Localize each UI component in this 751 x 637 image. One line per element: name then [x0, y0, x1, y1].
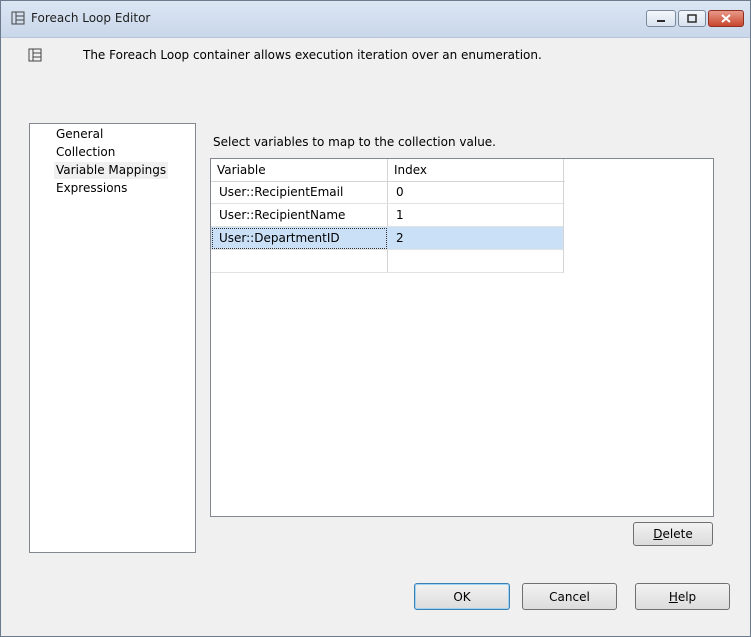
- restore-icon: [687, 14, 697, 23]
- maximize-button[interactable]: [678, 10, 706, 27]
- index-cell[interactable]: 0: [388, 181, 563, 204]
- description-text: The Foreach Loop container allows execut…: [83, 48, 542, 62]
- table-row[interactable]: User::RecipientName 1: [211, 204, 563, 227]
- variable-cell[interactable]: User::RecipientName: [211, 204, 388, 227]
- minimize-button[interactable]: [646, 10, 676, 27]
- table-row-new[interactable]: [211, 250, 563, 273]
- close-button[interactable]: [708, 10, 744, 27]
- index-cell[interactable]: 2: [388, 227, 563, 250]
- table-row[interactable]: User::RecipientEmail 0: [211, 181, 563, 204]
- variable-mappings-grid[interactable]: Variable Index User::RecipientEmail 0 Us…: [210, 158, 714, 517]
- index-cell[interactable]: [388, 250, 563, 273]
- foreach-loop-editor-window: Foreach Loop Editor The Foreach Loop con…: [0, 0, 751, 637]
- foreach-container-icon: [28, 48, 42, 62]
- nav-item-general[interactable]: General: [54, 126, 105, 143]
- nav-item-variable-mappings[interactable]: Variable Mappings: [54, 162, 169, 179]
- window-title: Foreach Loop Editor: [31, 11, 151, 25]
- instruction-label: Select variables to map to the collectio…: [213, 135, 496, 149]
- column-header-index[interactable]: Index: [388, 159, 563, 181]
- column-separator: [563, 159, 564, 273]
- cancel-button[interactable]: Cancel: [522, 583, 617, 610]
- delete-label: elete: [662, 527, 693, 541]
- grid-header: Variable Index: [211, 159, 565, 182]
- nav-item-collection[interactable]: Collection: [54, 144, 117, 161]
- nav-item-expressions[interactable]: Expressions: [54, 180, 129, 197]
- foreach-container-icon: [11, 11, 25, 25]
- help-mnemonic: H: [668, 589, 678, 604]
- minimize-icon: [657, 19, 665, 22]
- page-navigation-list: General Collection Variable Mappings Exp…: [29, 123, 196, 553]
- description-header: The Foreach Loop container allows execut…: [1, 38, 750, 108]
- title-bar[interactable]: Foreach Loop Editor: [1, 1, 750, 38]
- help-button[interactable]: Help: [635, 583, 730, 610]
- close-icon: [721, 14, 731, 23]
- delete-button[interactable]: Delete: [633, 522, 713, 546]
- ok-button[interactable]: OK: [414, 583, 510, 610]
- help-label: elp: [677, 589, 697, 604]
- table-row-selected[interactable]: User::DepartmentID 2: [211, 227, 563, 250]
- delete-mnemonic: D: [653, 527, 663, 541]
- variable-cell[interactable]: User::RecipientEmail: [211, 181, 388, 204]
- variable-cell[interactable]: User::DepartmentID: [211, 227, 388, 250]
- variable-cell[interactable]: [211, 250, 388, 273]
- index-cell[interactable]: 1: [388, 204, 563, 227]
- column-header-variable[interactable]: Variable: [211, 159, 388, 181]
